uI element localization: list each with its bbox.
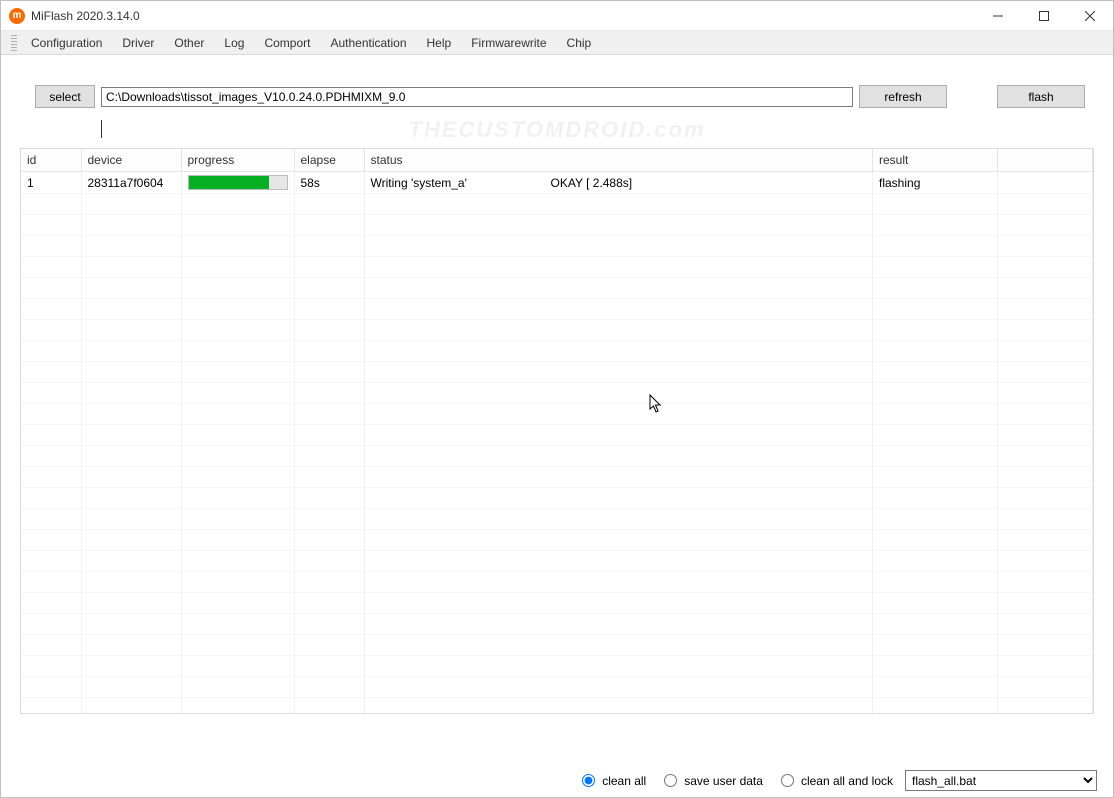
minimize-button[interactable] [975,1,1021,31]
table-row-empty: . [21,383,1093,404]
app-icon: m [9,8,25,24]
table-row-empty: . [21,278,1093,299]
cell-device: 28311a7f0604 [81,172,181,194]
menu-chip[interactable]: Chip [557,33,602,53]
header-elapse[interactable]: elapse [294,149,364,172]
table-row-empty: . [21,446,1093,467]
table-row-empty: . [21,614,1093,635]
table-row[interactable]: 128311a7f060458sWriting 'system_a'OKAY [… [21,172,1093,194]
window-controls [975,1,1113,31]
device-grid: id device progress elapse status result … [20,148,1094,714]
table-row-empty: . [21,698,1093,715]
table-row-empty: . [21,404,1093,425]
cell-status: Writing 'system_a'OKAY [ 2.488s] [364,172,873,194]
table-row-empty: . [21,467,1093,488]
table-row-empty: . [21,656,1093,677]
table-row-empty: . [21,236,1093,257]
table-row-empty: . [21,530,1093,551]
progress-bar [188,175,288,190]
progress-fill [189,176,269,189]
refresh-button[interactable]: refresh [859,85,947,108]
header-id[interactable]: id [21,149,81,172]
cell-elapse: 58s [294,172,364,194]
header-device[interactable]: device [81,149,181,172]
menu-driver[interactable]: Driver [112,33,164,53]
header-progress[interactable]: progress [181,149,294,172]
table-row-empty: . [21,572,1093,593]
menu-bar: Configuration Driver Other Log Comport A… [1,31,1113,55]
menu-authentication[interactable]: Authentication [320,33,416,53]
table-row-empty: . [21,362,1093,383]
script-select[interactable]: flash_all.bat [905,770,1097,791]
table-row-empty: . [21,635,1093,656]
menu-other[interactable]: Other [164,33,214,53]
toolbar: select refresh flash [1,55,1113,114]
cell-progress [181,172,294,194]
radio-clean-all[interactable]: clean all [576,774,646,788]
table-row-empty: . [21,194,1093,215]
table-row-empty: . [21,488,1093,509]
table-row-empty: . [21,341,1093,362]
menu-firmwarewrite[interactable]: Firmwarewrite [461,33,556,53]
table-row-empty: . [21,509,1093,530]
menu-comport[interactable]: Comport [254,33,320,53]
watermark-text: THECUSTOMDROID.com [1,117,1113,143]
menu-configuration[interactable]: Configuration [21,33,112,53]
select-button[interactable]: select [35,85,95,108]
title-bar: m MiFlash 2020.3.14.0 [1,1,1113,31]
flash-button[interactable]: flash [997,85,1085,108]
table-row-empty: . [21,593,1093,614]
header-status[interactable]: status [364,149,873,172]
radio-save-user-data-input[interactable] [664,774,677,787]
radio-clean-all-lock-label: clean all and lock [801,774,893,788]
radio-clean-all-lock[interactable]: clean all and lock [775,774,893,788]
bottom-bar: clean all save user data clean all and l… [576,770,1097,791]
status-action: Writing 'system_a' [371,176,551,190]
menu-log[interactable]: Log [214,33,254,53]
table-row-empty: . [21,425,1093,446]
header-extra[interactable] [998,149,1093,172]
maximize-button[interactable] [1021,1,1067,31]
device-table: id device progress elapse status result … [21,149,1093,714]
header-result[interactable]: result [873,149,998,172]
menu-grip-icon [11,35,17,51]
table-row-empty: . [21,320,1093,341]
table-row-empty: . [21,299,1093,320]
close-button[interactable] [1067,1,1113,31]
path-input[interactable] [101,87,853,107]
cell-result: flashing [873,172,998,194]
radio-clean-all-lock-input[interactable] [781,774,794,787]
table-row-empty: . [21,215,1093,236]
status-result: OKAY [ 2.488s] [551,176,633,190]
cell-id: 1 [21,172,81,194]
radio-save-user-data-label: save user data [684,774,763,788]
table-row-empty: . [21,551,1093,572]
table-row-empty: . [21,257,1093,278]
table-row-empty: . [21,677,1093,698]
caret-indicator [101,120,102,138]
radio-clean-all-label: clean all [602,774,646,788]
radio-save-user-data[interactable]: save user data [658,774,763,788]
cell-extra [998,172,1093,194]
table-header-row: id device progress elapse status result [21,149,1093,172]
menu-help[interactable]: Help [417,33,462,53]
radio-clean-all-input[interactable] [582,774,595,787]
window-title: MiFlash 2020.3.14.0 [31,9,140,23]
